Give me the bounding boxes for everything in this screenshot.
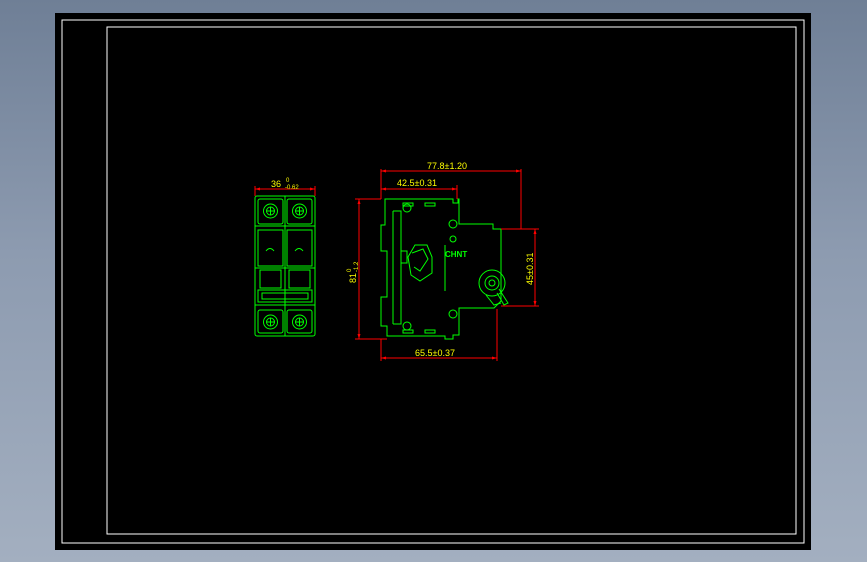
front-width-value: 36: [271, 179, 281, 189]
side-view: [380, 198, 509, 340]
dim-base-depth: 65.5±0.37: [380, 309, 498, 361]
dim-front-height: 45±0.31: [501, 228, 539, 307]
drawing-sheet: 36 0 -0.62 CHNT 77.8±1.20 42.5±0.31 81 0…: [55, 13, 811, 550]
height-value: 81: [348, 273, 358, 283]
cad-drawing: 36 0 -0.62 CHNT 77.8±1.20 42.5±0.31 81 0…: [61, 19, 805, 544]
front-width-tol-lower: -0.62: [285, 185, 299, 191]
dim-overall-width: 77.8±1.20: [380, 161, 522, 229]
inner-frame: [106, 26, 797, 535]
dim-rail-to-front: 42.5±0.31: [381, 178, 458, 199]
overall-width-label: 77.8±1.20: [427, 161, 467, 171]
front-height-label: 45±0.31: [525, 253, 535, 285]
rail-to-front-label: 42.5±0.31: [397, 178, 437, 188]
front-width-tol-upper: 0: [286, 178, 290, 184]
front-view: [254, 195, 316, 337]
side-body-outline: [380, 198, 502, 340]
height-tol-upper: 0: [347, 268, 353, 272]
dim-front-width: 36 0 -0.62: [254, 178, 316, 196]
brand-logo: CHNT: [445, 250, 467, 259]
height-tol-lower: -1.2: [354, 261, 360, 272]
base-depth-label: 65.5±0.37: [415, 348, 455, 358]
outer-frame: [61, 19, 805, 544]
